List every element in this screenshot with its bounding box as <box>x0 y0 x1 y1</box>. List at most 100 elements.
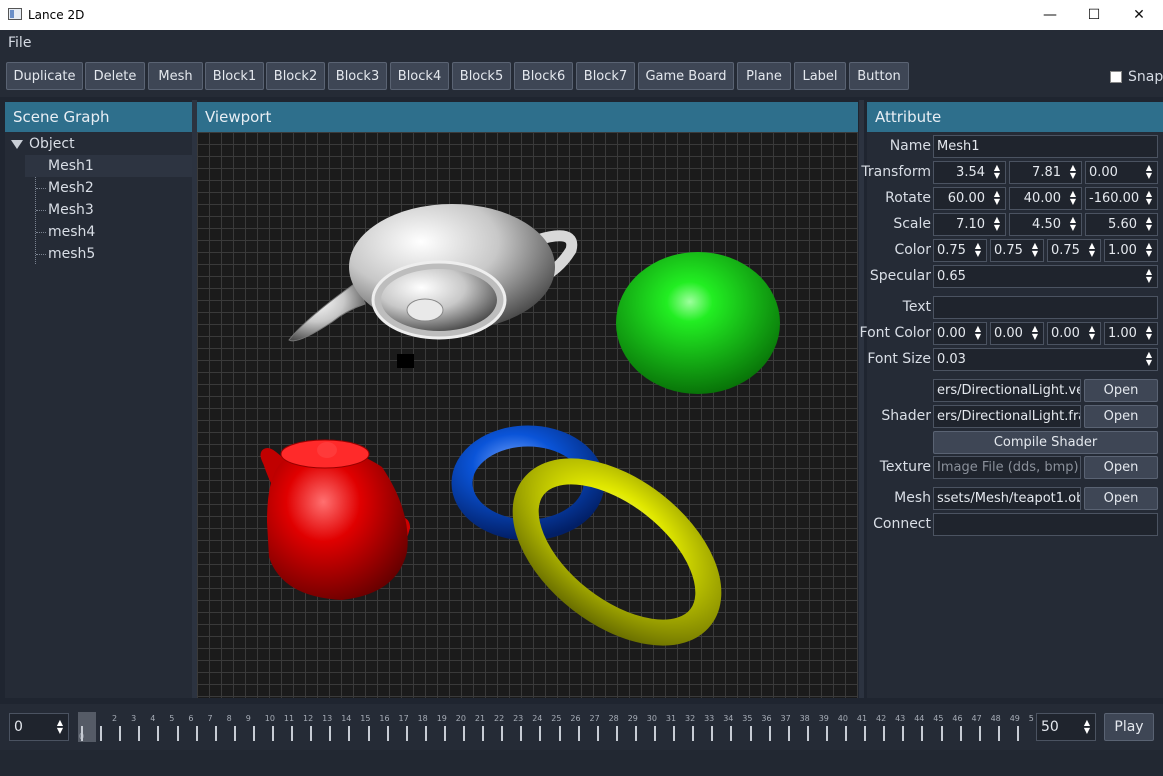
tree-root-object[interactable]: Object <box>11 136 75 152</box>
color-g-field[interactable]: 0.75 ▲ ▼ <box>990 239 1044 262</box>
shader-label: Shader <box>881 408 931 424</box>
maximize-button[interactable]: ☐ <box>1071 0 1117 30</box>
game-board-button[interactable]: Game Board <box>638 62 734 90</box>
end-frame-field[interactable]: 50 ▲ ▼ <box>1036 713 1096 741</box>
scale-x-field[interactable]: 7.10 ▲ ▼ <box>933 213 1006 236</box>
connect-field[interactable] <box>933 513 1158 536</box>
white-teapot[interactable] <box>288 204 578 342</box>
block7-button[interactable]: Block7 <box>576 62 635 90</box>
tree-item-mesh4[interactable]: mesh4 <box>25 221 192 243</box>
block1-button[interactable]: Block1 <box>205 62 264 90</box>
block2-button[interactable]: Block2 <box>266 62 325 90</box>
font-color-b-field[interactable]: 0.00 ▲ ▼ <box>1047 322 1101 345</box>
spin-arrows-icon[interactable]: ▲ ▼ <box>1143 325 1155 342</box>
snap-toggle[interactable]: Snap <box>1110 69 1163 85</box>
spin-arrows-icon[interactable]: ▲ ▼ <box>991 190 1003 207</box>
compile-shader-button[interactable]: Compile Shader <box>933 431 1158 454</box>
spin-arrows-icon[interactable]: ▲ ▼ <box>1143 268 1155 285</box>
spin-arrows-icon[interactable]: ▲ ▼ <box>1143 190 1155 207</box>
block4-button[interactable]: Block4 <box>390 62 449 90</box>
text-field[interactable] <box>933 296 1158 319</box>
spin-arrows-icon[interactable]: ▲ ▼ <box>1086 325 1098 342</box>
font-color-g-field[interactable]: 0.00 ▲ ▼ <box>990 322 1044 345</box>
timeline-ruler[interactable]: 0 23456789101112131415161718192021222324… <box>78 712 1034 744</box>
red-teapot[interactable] <box>260 439 411 600</box>
timeline-frame-number: 5 <box>1028 714 1034 723</box>
spin-arrows-icon[interactable]: ▲ ▼ <box>1081 719 1093 736</box>
specular-field[interactable]: 0.65 ▲ ▼ <box>933 265 1158 288</box>
minimize-button[interactable]: — <box>1027 0 1073 30</box>
mesh-file-field[interactable]: ssets/Mesh/teapot1.obj <box>933 487 1081 510</box>
spin-arrows-icon[interactable]: ▲ ▼ <box>1143 351 1155 368</box>
button-button[interactable]: Button <box>849 62 909 90</box>
spin-arrows-icon[interactable]: ▲ ▼ <box>1067 190 1079 207</box>
spin-arrows-icon[interactable]: ▲ ▼ <box>1143 164 1155 181</box>
open-texture-button[interactable]: Open <box>1084 456 1158 479</box>
font-color-r-field[interactable]: 0.00 ▲ ▼ <box>933 322 987 345</box>
font-size-field[interactable]: 0.03 ▲ ▼ <box>933 348 1158 371</box>
mesh-button[interactable]: Mesh <box>148 62 203 90</box>
spin-arrows-icon[interactable]: ▲ ▼ <box>1029 242 1041 259</box>
tree-root-label: Object <box>29 136 75 152</box>
block6-button[interactable]: Block6 <box>514 62 573 90</box>
snap-checkbox[interactable] <box>1110 71 1122 83</box>
open-vert-button[interactable]: Open <box>1084 379 1158 402</box>
spin-arrows-icon[interactable]: ▲ ▼ <box>1086 242 1098 259</box>
rotate-y-field[interactable]: 40.00 ▲ ▼ <box>1009 187 1082 210</box>
mesh-label: Mesh <box>894 490 931 506</box>
label-button[interactable]: Label <box>794 62 846 90</box>
spin-arrows-icon[interactable]: ▲ ▼ <box>1067 216 1079 233</box>
color-r-field[interactable]: 0.75 ▲ ▼ <box>933 239 987 262</box>
color-b-field[interactable]: 0.75 ▲ ▼ <box>1047 239 1101 262</box>
shader-frag-field[interactable]: ers/DirectionalLight.frag <box>933 405 1081 428</box>
color-a-field[interactable]: 1.00 ▲ ▼ <box>1104 239 1158 262</box>
timeline-frame-number: 25 <box>551 714 562 723</box>
shader-vert-field[interactable]: ers/DirectionalLight.vert <box>933 379 1081 402</box>
tree-item-mesh5[interactable]: mesh5 <box>25 243 192 265</box>
expand-triangle-icon[interactable] <box>11 139 23 149</box>
spin-arrows-icon[interactable]: ▲ ▼ <box>991 216 1003 233</box>
color-a-value: 1.00 <box>1108 243 1137 258</box>
name-field[interactable]: Mesh1 <box>933 135 1158 158</box>
texture-field[interactable]: Image File (dds, bmp) <box>933 456 1081 479</box>
timeline-tick <box>749 726 752 741</box>
spin-arrows-icon[interactable]: ▲ ▼ <box>1029 325 1041 342</box>
timeline-tick <box>921 726 924 741</box>
scale-y-field[interactable]: 4.50 ▲ ▼ <box>1009 213 1082 236</box>
rotate-x-field[interactable]: 60.00 ▲ ▼ <box>933 187 1006 210</box>
viewport-canvas[interactable] <box>197 132 858 698</box>
plane-button[interactable]: Plane <box>737 62 791 90</box>
spin-arrows-icon[interactable]: ▲ ▼ <box>972 242 984 259</box>
play-button[interactable]: Play <box>1104 713 1154 741</box>
start-frame-value: 0 <box>14 719 23 735</box>
font-color-a-field[interactable]: 1.00 ▲ ▼ <box>1104 322 1158 345</box>
duplicate-button[interactable]: Duplicate <box>6 62 83 90</box>
spin-arrows-icon[interactable]: ▲ ▼ <box>1143 216 1155 233</box>
tree-item-mesh2[interactable]: Mesh2 <box>25 177 192 199</box>
open-mesh-button[interactable]: Open <box>1084 487 1158 510</box>
spin-arrows-icon[interactable]: ▲ ▼ <box>1067 164 1079 181</box>
font-color-label: Font Color <box>859 325 931 341</box>
tree-item-mesh3[interactable]: Mesh3 <box>25 199 192 221</box>
open-frag-button[interactable]: Open <box>1084 405 1158 428</box>
delete-button[interactable]: Delete <box>85 62 145 90</box>
spin-arrows-icon[interactable]: ▲ ▼ <box>991 164 1003 181</box>
spin-arrows-icon[interactable]: ▲ ▼ <box>972 325 984 342</box>
yellow-torus[interactable] <box>497 439 738 664</box>
block3-button[interactable]: Block3 <box>328 62 387 90</box>
right-splitter[interactable] <box>859 100 864 698</box>
start-frame-field[interactable]: 0 ▲ ▼ <box>9 713 69 741</box>
spin-arrows-icon[interactable]: ▲ ▼ <box>1143 242 1155 259</box>
green-sphere[interactable] <box>616 252 780 394</box>
tree-item-mesh1[interactable]: Mesh1 <box>25 155 192 177</box>
status-bar <box>0 750 1163 776</box>
rotate-z-field[interactable]: -160.00 ▲ ▼ <box>1085 187 1158 210</box>
transform-z-field[interactable]: 0.00 ▲ ▼ <box>1085 161 1158 184</box>
menu-file[interactable]: File <box>8 35 31 51</box>
spin-arrows-icon[interactable]: ▲ ▼ <box>54 719 66 736</box>
block5-button[interactable]: Block5 <box>452 62 511 90</box>
transform-y-field[interactable]: 7.81 ▲ ▼ <box>1009 161 1082 184</box>
scale-z-field[interactable]: 5.60 ▲ ▼ <box>1085 213 1158 236</box>
transform-x-field[interactable]: 3.54 ▲ ▼ <box>933 161 1006 184</box>
close-button[interactable]: ✕ <box>1116 0 1162 30</box>
